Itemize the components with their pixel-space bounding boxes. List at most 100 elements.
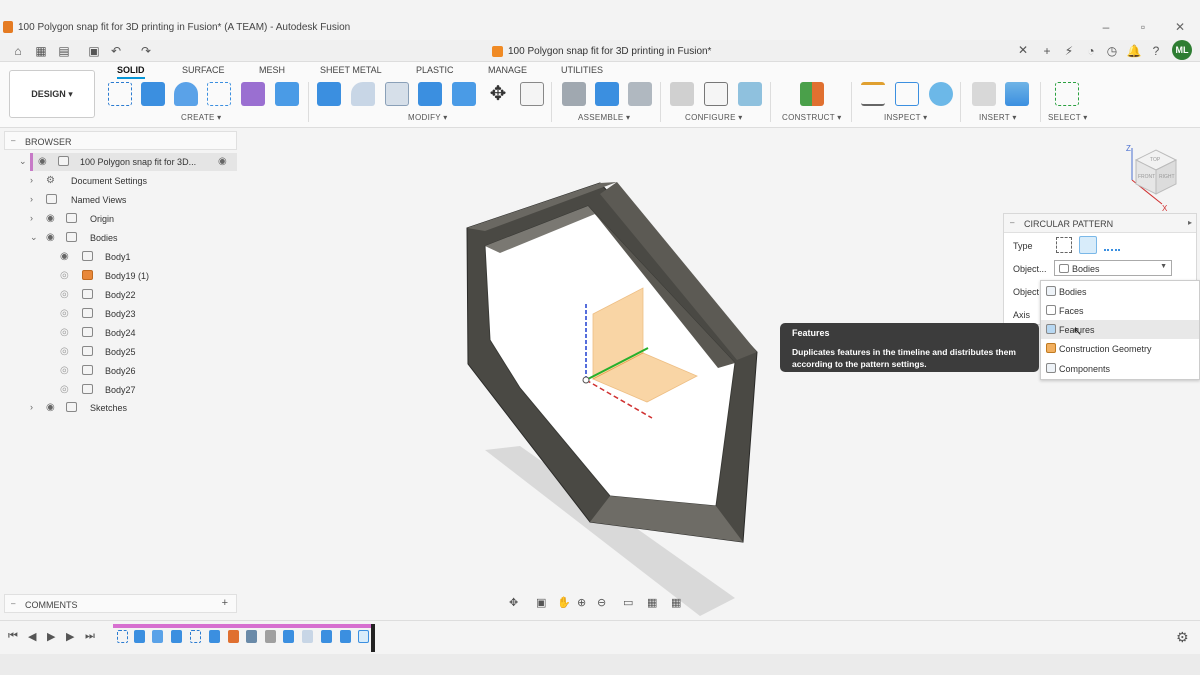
comments-panel[interactable]: – COMMENTS + bbox=[4, 594, 237, 613]
option-features[interactable]: Features bbox=[1041, 320, 1199, 339]
eye-icon[interactable]: ◉ bbox=[46, 402, 55, 413]
timeline-extrude-feature[interactable] bbox=[134, 630, 145, 643]
timeline-feature[interactable] bbox=[246, 630, 257, 643]
extensions-icon[interactable]: ⚡ bbox=[1061, 43, 1077, 59]
group-modify[interactable]: MODIFY ▾ bbox=[408, 113, 448, 122]
fillet-icon[interactable] bbox=[351, 82, 375, 106]
zoom-icon[interactable]: ⊕ bbox=[577, 596, 586, 609]
new-component-icon[interactable] bbox=[562, 82, 586, 106]
go-to-end-icon[interactable]: ⏭ bbox=[85, 630, 95, 643]
insert-derive-icon[interactable] bbox=[972, 82, 996, 106]
browser-item-body[interactable]: ◎ Body25 bbox=[60, 343, 180, 361]
group-configure[interactable]: CONFIGURE ▾ bbox=[685, 113, 743, 122]
collapse-panel-icon[interactable]: – bbox=[11, 136, 15, 145]
interference-icon[interactable] bbox=[895, 82, 919, 106]
shell-icon[interactable] bbox=[385, 82, 409, 106]
object-type-select[interactable]: Bodies ▼ bbox=[1054, 260, 1172, 276]
viewports-icon[interactable]: ▦ bbox=[671, 596, 681, 609]
look-at-icon[interactable]: ▣ bbox=[536, 596, 546, 609]
pattern-type-circular-icon[interactable] bbox=[1079, 236, 1097, 254]
tab-solid[interactable]: SOLID bbox=[117, 65, 145, 79]
extrude-icon[interactable] bbox=[141, 82, 165, 106]
new-tab-icon[interactable]: + bbox=[1039, 43, 1055, 59]
step-forward-icon[interactable]: ▶ bbox=[66, 630, 74, 643]
tab-sheet-metal[interactable]: SHEET METAL bbox=[320, 65, 382, 75]
browser-item-origin[interactable]: › ◉ Origin bbox=[30, 210, 180, 228]
browser-item-body[interactable]: ◎ Body23 bbox=[60, 305, 180, 323]
activate-radio-icon[interactable]: ◉ bbox=[218, 156, 227, 167]
user-avatar[interactable]: ML bbox=[1172, 40, 1192, 60]
offset-plane-icon[interactable] bbox=[800, 82, 824, 106]
browser-item-sketches[interactable]: › ◉ Sketches bbox=[30, 399, 180, 417]
timeline-feature[interactable] bbox=[228, 630, 239, 643]
browser-item-body[interactable]: ◎ Body24 bbox=[60, 324, 180, 342]
eye-hidden-icon[interactable]: ◎ bbox=[60, 327, 69, 338]
timeline-sketch-feature[interactable] bbox=[190, 630, 201, 643]
tab-mesh[interactable]: MESH bbox=[259, 65, 285, 75]
viewcube[interactable]: Z X TOP FRONT RIGHT bbox=[1122, 142, 1188, 212]
option-components[interactable]: Components bbox=[1041, 359, 1199, 378]
eye-hidden-icon[interactable]: ◎ bbox=[60, 346, 69, 357]
chevron-right-icon[interactable]: › bbox=[30, 402, 33, 412]
group-assemble[interactable]: ASSEMBLE ▾ bbox=[578, 113, 630, 122]
eye-icon[interactable]: ◉ bbox=[46, 213, 55, 224]
timeline-feature[interactable] bbox=[171, 630, 182, 643]
collapse-panel-icon[interactable]: – bbox=[1010, 218, 1014, 227]
timeline-feature[interactable] bbox=[209, 630, 220, 643]
close-window-icon[interactable]: ✕ bbox=[1170, 20, 1190, 34]
revolve-icon[interactable] bbox=[174, 82, 198, 106]
minimize-icon[interactable]: – bbox=[1096, 20, 1116, 34]
timeline-settings-gear-icon[interactable]: ⚙ bbox=[1176, 629, 1189, 646]
browser-item-named-views[interactable]: › Named Views bbox=[30, 191, 180, 209]
timeline-feature[interactable] bbox=[265, 630, 276, 643]
document-tab[interactable]: 100 Polygon snap fit for 3D printing in … bbox=[0, 40, 1035, 62]
timeline-feature[interactable] bbox=[340, 630, 351, 643]
dialog-header[interactable]: – CIRCULAR PATTERN ▸ bbox=[1004, 214, 1196, 233]
timeline-feature[interactable] bbox=[321, 630, 332, 643]
browser-item-body[interactable]: ◎ Body19 (1) bbox=[60, 267, 180, 285]
change-parameters-icon[interactable] bbox=[520, 82, 544, 106]
option-bodies[interactable]: Bodies bbox=[1041, 282, 1199, 301]
notification-bell-icon[interactable]: 🔔 bbox=[1126, 43, 1142, 59]
configuration-rule-icon[interactable] bbox=[738, 82, 762, 106]
chevron-right-icon[interactable]: › bbox=[30, 213, 33, 223]
eye-hidden-icon[interactable]: ◎ bbox=[60, 270, 69, 281]
expand-dialog-icon[interactable]: ▸ bbox=[1188, 218, 1192, 227]
eye-hidden-icon[interactable]: ◎ bbox=[60, 365, 69, 376]
create-sketch-icon[interactable] bbox=[108, 82, 132, 106]
display-settings-icon[interactable]: ▭ bbox=[623, 596, 633, 609]
pattern-type-path-icon[interactable] bbox=[1104, 239, 1120, 251]
tab-surface[interactable]: SURFACE bbox=[182, 65, 225, 75]
close-tab-icon[interactable]: ✕ bbox=[1018, 43, 1028, 57]
configuration-table-icon[interactable] bbox=[704, 82, 728, 106]
clock-icon[interactable]: ◷ bbox=[1104, 43, 1120, 59]
browser-item-body[interactable]: ◎ Body27 bbox=[60, 381, 180, 399]
eye-icon[interactable]: ◉ bbox=[46, 232, 55, 243]
create-form-icon[interactable] bbox=[241, 82, 265, 106]
timeline-sketch-feature[interactable] bbox=[117, 630, 128, 643]
job-status-icon[interactable]: ◔ bbox=[1083, 43, 1099, 59]
group-construct[interactable]: CONSTRUCT ▾ bbox=[782, 113, 842, 122]
press-pull-icon[interactable] bbox=[317, 82, 341, 106]
chevron-right-icon[interactable]: › bbox=[30, 175, 33, 185]
chevron-right-icon[interactable]: › bbox=[30, 194, 33, 204]
pattern-type-linear-icon[interactable] bbox=[1056, 237, 1072, 253]
timeline-feature[interactable] bbox=[283, 630, 294, 643]
eye-icon[interactable]: ◉ bbox=[60, 251, 69, 262]
add-comment-icon[interactable]: + bbox=[222, 597, 228, 609]
eye-icon[interactable]: ◉ bbox=[38, 156, 47, 167]
tab-manage[interactable]: MANAGE bbox=[488, 65, 527, 75]
go-to-start-icon[interactable]: ⏮ bbox=[8, 630, 18, 643]
insert-canvas-icon[interactable] bbox=[1005, 82, 1029, 106]
group-insert[interactable]: INSERT ▾ bbox=[979, 113, 1017, 122]
browser-item-body[interactable]: ◉ Body1 bbox=[60, 248, 180, 266]
eye-hidden-icon[interactable]: ◎ bbox=[60, 384, 69, 395]
option-faces[interactable]: Faces bbox=[1041, 301, 1199, 320]
step-back-icon[interactable]: ◀ bbox=[28, 630, 36, 643]
tab-utilities[interactable]: UTILITIES bbox=[561, 65, 603, 75]
timeline-feature[interactable] bbox=[152, 630, 163, 643]
eye-hidden-icon[interactable]: ◎ bbox=[60, 289, 69, 300]
section-analysis-icon[interactable] bbox=[929, 82, 953, 106]
group-select[interactable]: SELECT ▾ bbox=[1048, 113, 1088, 122]
workspace-switcher-button[interactable]: DESIGN ▾ bbox=[9, 70, 95, 118]
